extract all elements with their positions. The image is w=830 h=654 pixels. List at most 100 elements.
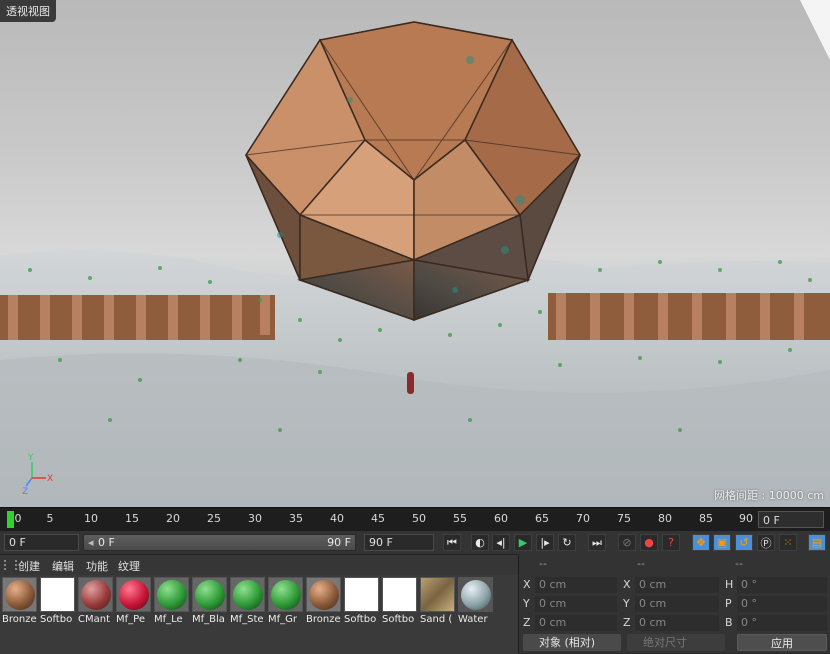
timeline-tick: 0: [14, 512, 22, 525]
material-menu-bar: 创建 编辑 功能 纹理: [0, 555, 518, 575]
timeline-tick: 85: [699, 512, 713, 525]
material-item[interactable]: Mf_Pe: [116, 577, 153, 635]
coord-label: Z: [523, 616, 531, 629]
material-item[interactable]: Mf_Bla: [192, 577, 229, 635]
material-item[interactable]: Mf_Gr: [268, 577, 305, 635]
material-item[interactable]: Sand (: [420, 577, 457, 635]
goto-start-icon[interactable]: ⏮: [443, 534, 461, 551]
autokey-icon[interactable]: ?: [662, 534, 680, 551]
coord-label: P: [725, 597, 732, 610]
coord-header-rotation: --: [735, 557, 743, 570]
timeline-tick: 75: [617, 512, 631, 525]
menu-create[interactable]: 创建: [18, 558, 40, 574]
size-z-field[interactable]: 0 cm: [635, 615, 719, 631]
coord-header-size: --: [637, 557, 645, 570]
menu-texture[interactable]: 纹理: [118, 558, 140, 574]
size-mode-dropdown[interactable]: 绝对尺寸: [627, 634, 725, 651]
figure: [407, 372, 414, 394]
timeline-tick: 40: [330, 512, 344, 525]
range-grip-icon: ◂: [88, 536, 94, 549]
size-x-field[interactable]: 0 cm: [635, 577, 719, 593]
size-y-field[interactable]: 0 cm: [635, 596, 719, 612]
film-icon[interactable]: ▤: [808, 534, 826, 551]
timeline-tick: 20: [166, 512, 180, 525]
rotate-tool-icon[interactable]: ↺: [735, 534, 753, 551]
rotation-h-field[interactable]: 0 °: [737, 577, 827, 593]
current-frame-field[interactable]: 0 F: [4, 534, 79, 551]
material-item[interactable]: Softbo: [40, 577, 77, 635]
pla-grid-icon[interactable]: ⁙: [779, 534, 797, 551]
max-frame-field[interactable]: 90 F: [364, 534, 434, 551]
position-z-field[interactable]: 0 cm: [535, 615, 617, 631]
menu-edit[interactable]: 编辑: [52, 558, 74, 574]
timeline-tick: 10: [84, 512, 98, 525]
material-item[interactable]: Mf_Ste: [230, 577, 267, 635]
apply-button[interactable]: 应用: [737, 634, 827, 651]
step-back-icon[interactable]: ◂|: [492, 534, 510, 551]
timeline-tick: 50: [412, 512, 426, 525]
axis-x-label: X: [47, 474, 53, 484]
timeline-tick: 15: [125, 512, 139, 525]
coord-label: B: [725, 616, 733, 629]
range-end-label: 90 F: [327, 536, 351, 549]
grid-spacing-readout: 网格间距 : 10000 cm: [714, 489, 824, 502]
parameter-icon[interactable]: Ⓟ: [757, 534, 775, 551]
scene-render: [0, 0, 830, 507]
playhead[interactable]: [7, 511, 14, 528]
axis-z-label: Z: [22, 487, 28, 494]
material-item[interactable]: CMant: [78, 577, 115, 635]
coordinate-mode-dropdown[interactable]: 对象 (相对): [523, 634, 621, 651]
icosahedron: [245, 21, 581, 322]
position-x-field[interactable]: 0 cm: [535, 577, 617, 593]
coord-label: H: [725, 578, 734, 591]
coord-label: Z: [623, 616, 631, 629]
timeline-tick: 90: [739, 512, 753, 525]
material-item[interactable]: Softbo: [382, 577, 419, 635]
loop-icon[interactable]: ↻: [558, 534, 576, 551]
rotation-p-field[interactable]: 0 °: [737, 596, 827, 612]
position-y-field[interactable]: 0 cm: [535, 596, 617, 612]
timeline-tick: 35: [289, 512, 303, 525]
play-reverse-icon[interactable]: ◐: [471, 534, 489, 551]
rotation-b-field[interactable]: 0 °: [737, 615, 827, 631]
material-item[interactable]: Softbo: [344, 577, 381, 635]
material-item[interactable]: Bronze: [2, 577, 39, 635]
timeline-tick: 5: [46, 512, 54, 525]
fence-left: [0, 295, 275, 340]
move-tool-icon[interactable]: ✥: [692, 534, 710, 551]
perspective-viewport[interactable]: 透视视图 Y X Z 网格间距 : 10000 cm: [0, 0, 830, 507]
timeline-tick: 80: [658, 512, 672, 525]
goto-end-icon[interactable]: ⏭: [588, 534, 606, 551]
step-forward-icon[interactable]: |▸: [536, 534, 554, 551]
key-icon[interactable]: ⊘: [618, 534, 636, 551]
coord-label: Y: [523, 597, 530, 610]
coord-label: X: [623, 578, 631, 591]
range-start-label: 0 F: [98, 536, 115, 549]
scale-tool-icon[interactable]: ▣: [713, 534, 731, 551]
timeline-ruler[interactable]: 0 5 10 15 20 25 30 35 40 45 50 55 60 65 …: [0, 507, 830, 532]
coord-label: Y: [623, 597, 630, 610]
material-item[interactable]: Water: [458, 577, 495, 635]
transport-bar: 0 F ◂ 0 F 90 F 90 F ⏮ ◐ ◂| ▶ |▸ ↻ ⏭ ⊘ ● …: [0, 531, 830, 554]
timeline-tick: 30: [248, 512, 262, 525]
timeline-tick: 60: [494, 512, 508, 525]
record-icon[interactable]: ●: [640, 534, 658, 551]
menu-function[interactable]: 功能: [86, 558, 108, 574]
coord-header-position: --: [539, 557, 547, 570]
fence-right: [548, 293, 830, 340]
axis-gizmo: Y X Z: [22, 453, 53, 494]
timeline-tick: 25: [207, 512, 221, 525]
coord-label: X: [523, 578, 531, 591]
timeline-frame-field[interactable]: 0 F: [758, 511, 824, 528]
timeline-tick: 45: [371, 512, 385, 525]
material-item[interactable]: Bronze: [306, 577, 343, 635]
timeline-tick: 70: [576, 512, 590, 525]
play-icon[interactable]: ▶: [514, 534, 532, 551]
timeline-tick: 55: [453, 512, 467, 525]
material-item[interactable]: Mf_Le: [154, 577, 191, 635]
viewport-label[interactable]: 透视视图: [0, 0, 56, 22]
material-manager: 创建 编辑 功能 纹理 Bronze Softbo CMant Mf_Pe Mf…: [0, 554, 518, 654]
axis-y-label: Y: [27, 453, 34, 463]
preview-range-slider[interactable]: ◂ 0 F 90 F: [83, 534, 356, 551]
grip-icon[interactable]: [4, 560, 17, 570]
